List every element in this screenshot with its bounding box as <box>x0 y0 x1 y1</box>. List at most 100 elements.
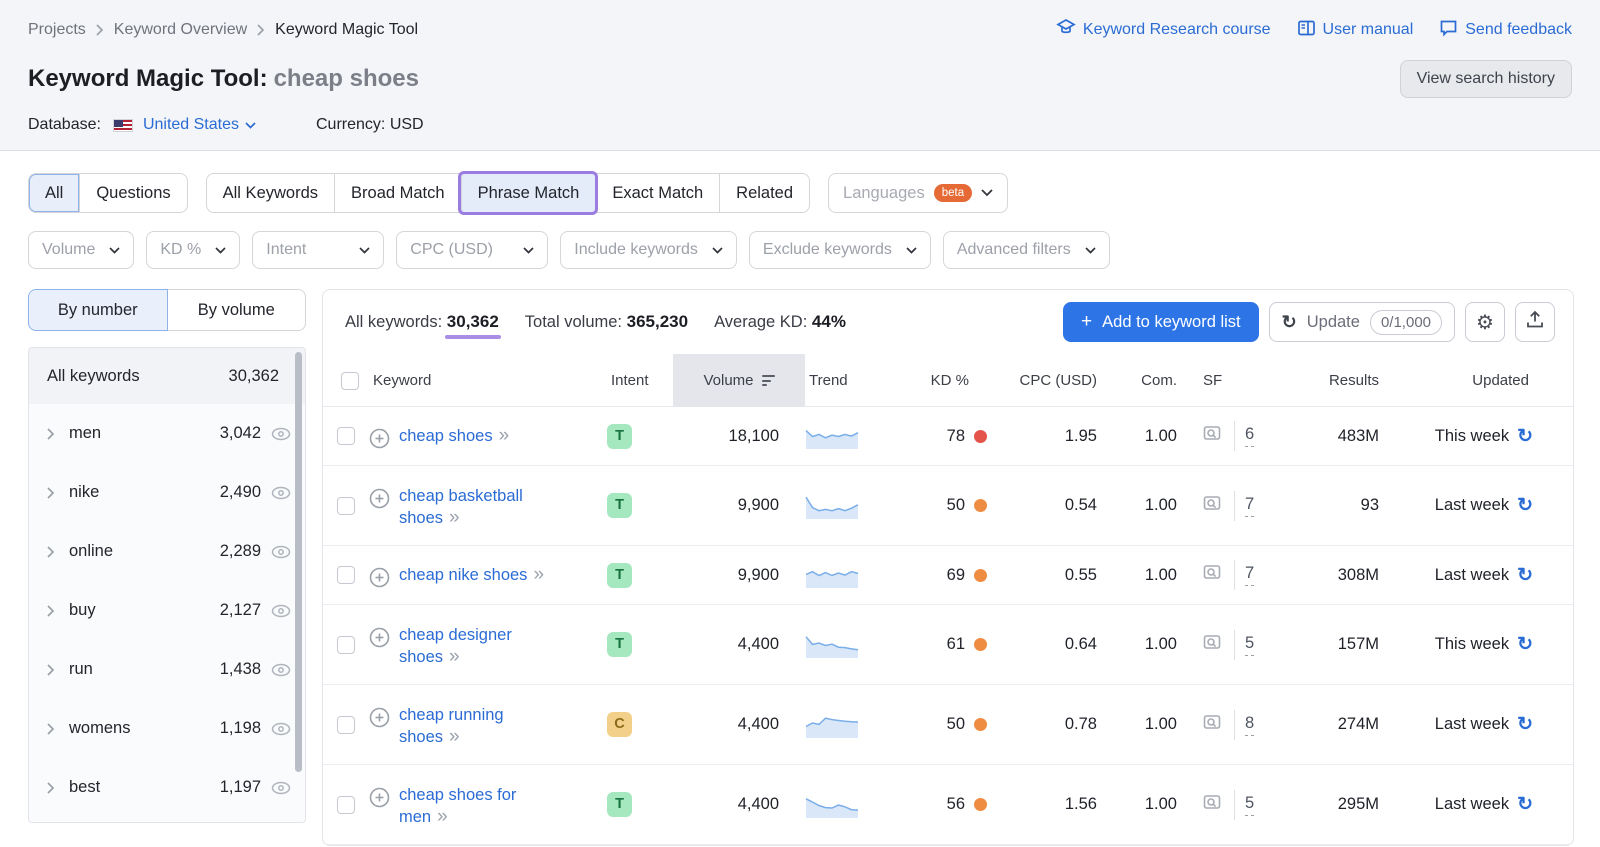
filter-exclude-keywords[interactable]: Exclude keywords <box>749 231 931 269</box>
sf-count[interactable]: 7 <box>1245 495 1254 517</box>
sort-by-volume-toggle[interactable]: By volume <box>168 289 307 331</box>
tab-questions[interactable]: Questions <box>79 174 186 212</box>
keyword-link[interactable]: cheap shoes for men <box>399 786 516 826</box>
serp-preview-icon[interactable] <box>1203 713 1224 737</box>
tab-exact-match[interactable]: Exact Match <box>595 174 719 212</box>
keyword-expand-icon[interactable]: » <box>449 646 459 667</box>
keyword-link[interactable]: cheap shoes <box>399 427 493 445</box>
row-checkbox[interactable] <box>337 566 355 584</box>
row-checkbox[interactable] <box>337 636 355 654</box>
col-updated[interactable]: Updated <box>1393 372 1543 389</box>
add-keyword-icon[interactable] <box>369 488 390 509</box>
group-item-men[interactable]: men 3,042 <box>29 404 305 463</box>
row-checkbox[interactable] <box>337 497 355 515</box>
add-keyword-icon[interactable] <box>369 567 390 588</box>
tab-broad-match[interactable]: Broad Match <box>334 174 461 212</box>
keyword-expand-icon[interactable]: » <box>437 806 447 827</box>
eye-icon[interactable] <box>271 427 291 441</box>
col-volume[interactable]: Volume <box>673 354 805 407</box>
row-checkbox[interactable] <box>337 716 355 734</box>
tab-all[interactable]: All <box>29 174 79 212</box>
refresh-icon[interactable]: ↻ <box>1517 713 1533 736</box>
chevron-right-icon[interactable] <box>47 546 55 558</box>
keyword-research-course-link[interactable]: Keyword Research course <box>1056 18 1271 42</box>
keyword-link[interactable]: cheap basketball shoes <box>399 487 523 527</box>
group-item-run[interactable]: run 1,438 <box>29 640 305 699</box>
filter-include-keywords[interactable]: Include keywords <box>560 231 737 269</box>
tab-phrase-match[interactable]: Phrase Match <box>461 174 596 212</box>
user-manual-link[interactable]: User manual <box>1297 19 1414 42</box>
settings-button[interactable]: ⚙ <box>1465 302 1505 342</box>
update-button[interactable]: ↻ Update 0/1,000 <box>1269 302 1455 342</box>
col-cpc[interactable]: CPC (USD) <box>995 372 1111 389</box>
serp-preview-icon[interactable] <box>1203 494 1224 518</box>
group-item-nike[interactable]: nike 2,490 <box>29 463 305 522</box>
row-checkbox[interactable] <box>337 796 355 814</box>
col-trend[interactable]: Trend <box>805 372 901 389</box>
eye-icon[interactable] <box>271 781 291 795</box>
database-selector[interactable]: United States <box>143 116 256 134</box>
send-feedback-link[interactable]: Send feedback <box>1439 19 1572 42</box>
filter-cpc[interactable]: CPC (USD) <box>396 231 548 269</box>
eye-icon[interactable] <box>271 545 291 559</box>
keyword-expand-icon[interactable]: » <box>449 726 459 747</box>
keyword-link[interactable]: cheap nike shoes <box>399 566 527 584</box>
view-search-history-button[interactable]: View search history <box>1400 60 1572 98</box>
serp-preview-icon[interactable] <box>1203 424 1224 448</box>
chevron-right-icon[interactable] <box>47 664 55 676</box>
add-keyword-icon[interactable] <box>369 707 390 728</box>
chevron-right-icon[interactable] <box>47 605 55 617</box>
refresh-icon[interactable]: ↻ <box>1517 793 1533 816</box>
col-keyword[interactable]: Keyword <box>369 372 607 389</box>
add-to-keyword-list-button[interactable]: + Add to keyword list <box>1063 302 1259 342</box>
filter-kd[interactable]: KD % <box>146 231 240 269</box>
sort-by-number-toggle[interactable]: By number <box>28 289 168 331</box>
group-item-online[interactable]: online 2,289 <box>29 522 305 581</box>
serp-preview-icon[interactable] <box>1203 563 1224 587</box>
refresh-icon[interactable]: ↻ <box>1517 564 1533 587</box>
col-results[interactable]: Results <box>1287 372 1393 389</box>
serp-preview-icon[interactable] <box>1203 793 1224 817</box>
col-kd[interactable]: KD % <box>901 372 995 389</box>
refresh-icon[interactable]: ↻ <box>1517 633 1533 656</box>
refresh-icon[interactable]: ↻ <box>1517 494 1533 517</box>
eye-icon[interactable] <box>271 604 291 618</box>
filter-volume[interactable]: Volume <box>28 231 134 269</box>
select-all-checkbox[interactable] <box>341 372 359 390</box>
filter-advanced[interactable]: Advanced filters <box>943 231 1110 269</box>
sf-count[interactable]: 8 <box>1245 714 1254 736</box>
sidebar-scrollbar[interactable] <box>295 352 302 772</box>
breadcrumb-projects[interactable]: Projects <box>28 21 86 39</box>
languages-dropdown[interactable]: Languages beta <box>828 173 1008 213</box>
row-checkbox[interactable] <box>337 427 355 445</box>
keyword-expand-icon[interactable]: » <box>449 507 459 528</box>
chevron-right-icon[interactable] <box>47 487 55 499</box>
add-keyword-icon[interactable] <box>369 428 390 449</box>
add-keyword-icon[interactable] <box>369 787 390 808</box>
add-keyword-icon[interactable] <box>369 627 390 648</box>
col-intent[interactable]: Intent <box>607 372 673 389</box>
tab-related[interactable]: Related <box>719 174 809 212</box>
eye-icon[interactable] <box>271 722 291 736</box>
export-button[interactable] <box>1515 302 1555 342</box>
group-item-womens[interactable]: womens 1,198 <box>29 699 305 758</box>
group-item-best[interactable]: best 1,197 <box>29 758 305 817</box>
sf-count[interactable]: 6 <box>1245 425 1254 447</box>
sf-count[interactable]: 5 <box>1245 794 1254 816</box>
tab-all-keywords[interactable]: All Keywords <box>207 174 334 212</box>
keyword-expand-icon[interactable]: » <box>533 564 543 585</box>
eye-icon[interactable] <box>271 486 291 500</box>
filter-intent[interactable]: Intent <box>252 231 384 269</box>
sf-count[interactable]: 7 <box>1245 564 1254 586</box>
all-keywords-group[interactable]: All keywords 30,362 <box>29 348 305 404</box>
refresh-icon[interactable]: ↻ <box>1517 425 1533 448</box>
eye-icon[interactable] <box>271 663 291 677</box>
chevron-right-icon[interactable] <box>47 428 55 440</box>
col-sf[interactable]: SF <box>1191 372 1287 389</box>
chevron-right-icon[interactable] <box>47 723 55 735</box>
col-com[interactable]: Com. <box>1111 372 1191 389</box>
keyword-expand-icon[interactable]: » <box>499 425 509 446</box>
chevron-right-icon[interactable] <box>47 782 55 794</box>
breadcrumb-keyword-overview[interactable]: Keyword Overview <box>114 21 247 39</box>
serp-preview-icon[interactable] <box>1203 633 1224 657</box>
